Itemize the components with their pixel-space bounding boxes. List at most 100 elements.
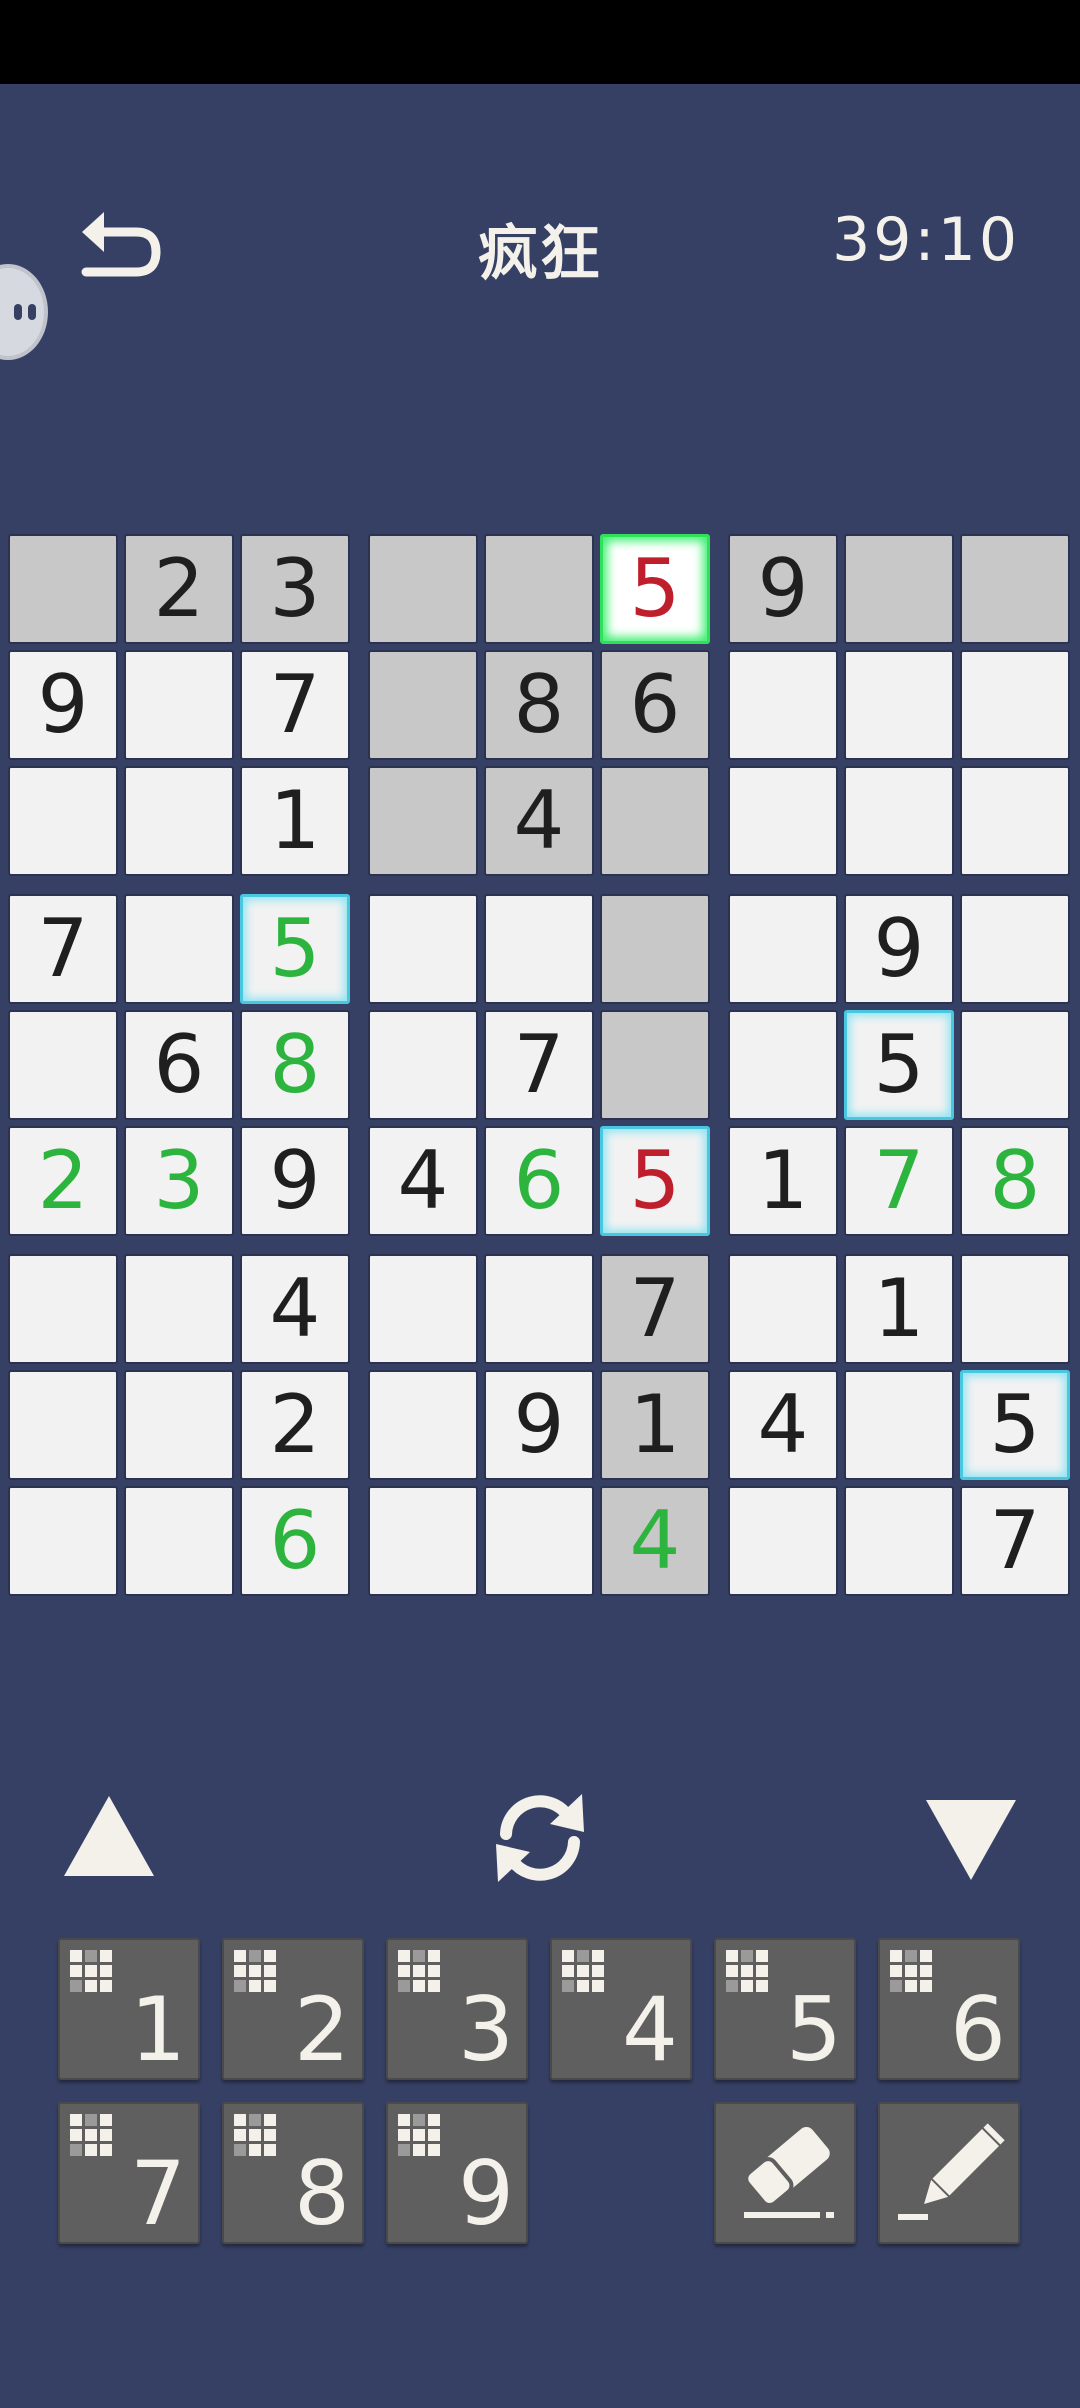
sudoku-cell-r2c1[interactable]: 9: [8, 650, 118, 760]
sudoku-cell-r7c4[interactable]: [368, 1254, 478, 1364]
sudoku-cell-r5c3[interactable]: 8: [240, 1010, 350, 1120]
number-button-label: 3: [458, 1978, 514, 2081]
sudoku-cell-r8c1[interactable]: [8, 1370, 118, 1480]
number-button-9[interactable]: 9: [386, 2102, 528, 2244]
sudoku-cell-r1c1[interactable]: [8, 534, 118, 644]
sudoku-cell-r4c5[interactable]: [484, 894, 594, 1004]
sudoku-cell-r4c1[interactable]: 7: [8, 894, 118, 1004]
sudoku-cell-r2c8[interactable]: [844, 650, 954, 760]
sudoku-cell-r4c6[interactable]: [600, 894, 710, 1004]
sudoku-cell-r5c1[interactable]: [8, 1010, 118, 1120]
sudoku-cell-r9c4[interactable]: [368, 1486, 478, 1596]
sudoku-cell-r1c8[interactable]: [844, 534, 954, 644]
number-button-4[interactable]: 4: [550, 1938, 692, 2080]
sudoku-cell-r8c5[interactable]: 9: [484, 1370, 594, 1480]
sudoku-cell-r7c8[interactable]: 1: [844, 1254, 954, 1364]
sudoku-cell-r1c2[interactable]: 2: [124, 534, 234, 644]
sudoku-cell-r7c5[interactable]: [484, 1254, 594, 1364]
sudoku-cell-r7c9[interactable]: [960, 1254, 1070, 1364]
sudoku-cell-r5c7[interactable]: [728, 1010, 838, 1120]
sudoku-cell-r9c3[interactable]: 6: [240, 1486, 350, 1596]
sudoku-cell-r6c4[interactable]: 4: [368, 1126, 478, 1236]
sudoku-cell-r3c4[interactable]: [368, 766, 478, 876]
triangle-up-icon[interactable]: [60, 1792, 158, 1880]
sudoku-cell-r3c7[interactable]: [728, 766, 838, 876]
sudoku-cell-r9c7[interactable]: [728, 1486, 838, 1596]
sudoku-cell-r2c9[interactable]: [960, 650, 1070, 760]
sudoku-cell-r4c8[interactable]: 9: [844, 894, 954, 1004]
sudoku-cell-r3c6[interactable]: [600, 766, 710, 876]
number-button-1[interactable]: 1: [58, 1938, 200, 2080]
sudoku-cell-r9c8[interactable]: [844, 1486, 954, 1596]
sudoku-cell-r6c8[interactable]: 7: [844, 1126, 954, 1236]
number-button-2[interactable]: 2: [222, 1938, 364, 2080]
sudoku-cell-r2c7[interactable]: [728, 650, 838, 760]
triangle-down-icon[interactable]: [922, 1796, 1020, 1884]
sudoku-cell-r2c4[interactable]: [368, 650, 478, 760]
sudoku-cell-r7c7[interactable]: [728, 1254, 838, 1364]
sudoku-cell-r4c9[interactable]: [960, 894, 1070, 1004]
sudoku-cell-r9c6[interactable]: 4: [600, 1486, 710, 1596]
sudoku-cell-r5c9[interactable]: [960, 1010, 1070, 1120]
sudoku-cell-r6c1[interactable]: 2: [8, 1126, 118, 1236]
number-button-label: 7: [130, 2142, 186, 2245]
sudoku-cell-r7c3[interactable]: 4: [240, 1254, 350, 1364]
number-button-6[interactable]: 6: [878, 1938, 1020, 2080]
sudoku-cell-r8c6[interactable]: 1: [600, 1370, 710, 1480]
sudoku-cell-r7c1[interactable]: [8, 1254, 118, 1364]
sudoku-cell-r5c5[interactable]: 7: [484, 1010, 594, 1120]
sudoku-cell-r3c5[interactable]: 4: [484, 766, 594, 876]
sudoku-cell-r6c6[interactable]: 5: [600, 1126, 710, 1236]
sudoku-cell-r9c2[interactable]: [124, 1486, 234, 1596]
sudoku-cell-r3c9[interactable]: [960, 766, 1070, 876]
sudoku-cell-r4c3[interactable]: 5: [240, 894, 350, 1004]
sudoku-cell-r3c2[interactable]: [124, 766, 234, 876]
number-button-5[interactable]: 5: [714, 1938, 856, 2080]
notes-grid-icon: [398, 2114, 440, 2156]
sudoku-cell-r2c2[interactable]: [124, 650, 234, 760]
sudoku-cell-r1c3[interactable]: 3: [240, 534, 350, 644]
sudoku-cell-r7c6[interactable]: 7: [600, 1254, 710, 1364]
sudoku-cell-r9c9[interactable]: 7: [960, 1486, 1070, 1596]
sudoku-cell-r1c9[interactable]: [960, 534, 1070, 644]
number-button-3[interactable]: 3: [386, 1938, 528, 2080]
sudoku-cell-r6c2[interactable]: 3: [124, 1126, 234, 1236]
refresh-icon[interactable]: [488, 1790, 592, 1886]
sudoku-cell-r1c7[interactable]: 9: [728, 534, 838, 644]
sudoku-cell-r6c5[interactable]: 6: [484, 1126, 594, 1236]
sudoku-cell-r3c8[interactable]: [844, 766, 954, 876]
sudoku-cell-r8c8[interactable]: [844, 1370, 954, 1480]
sudoku-cell-r3c1[interactable]: [8, 766, 118, 876]
sudoku-cell-r8c7[interactable]: 4: [728, 1370, 838, 1480]
sudoku-cell-r6c7[interactable]: 1: [728, 1126, 838, 1236]
sudoku-cell-r5c8[interactable]: 5: [844, 1010, 954, 1120]
sudoku-cell-r5c2[interactable]: 6: [124, 1010, 234, 1120]
number-button-7[interactable]: 7: [58, 2102, 200, 2244]
pencil-button[interactable]: [878, 2102, 1020, 2244]
sudoku-cell-r9c5[interactable]: [484, 1486, 594, 1596]
sudoku-cell-r7c2[interactable]: [124, 1254, 234, 1364]
notes-grid-icon: [726, 1950, 768, 1992]
sudoku-cell-r4c4[interactable]: [368, 894, 478, 1004]
sudoku-cell-r8c2[interactable]: [124, 1370, 234, 1480]
sudoku-cell-r1c4[interactable]: [368, 534, 478, 644]
sudoku-cell-r8c4[interactable]: [368, 1370, 478, 1480]
eraser-button[interactable]: [714, 2102, 856, 2244]
sudoku-cell-r1c6[interactable]: 5: [600, 534, 710, 644]
sudoku-cell-r2c5[interactable]: 8: [484, 650, 594, 760]
sudoku-cell-r5c6[interactable]: [600, 1010, 710, 1120]
sudoku-cell-r5c4[interactable]: [368, 1010, 478, 1120]
sudoku-cell-r8c9[interactable]: 5: [960, 1370, 1070, 1480]
sudoku-cell-r8c3[interactable]: 2: [240, 1370, 350, 1480]
sudoku-cell-r2c6[interactable]: 6: [600, 650, 710, 760]
sudoku-cell-r2c3[interactable]: 7: [240, 650, 350, 760]
number-button-8[interactable]: 8: [222, 2102, 364, 2244]
sudoku-cell-r6c9[interactable]: 8: [960, 1126, 1070, 1236]
sudoku-cell-r9c1[interactable]: [8, 1486, 118, 1596]
sudoku-cell-r4c7[interactable]: [728, 894, 838, 1004]
number-button-label: 9: [458, 2142, 514, 2245]
sudoku-cell-r3c3[interactable]: 1: [240, 766, 350, 876]
sudoku-cell-r4c2[interactable]: [124, 894, 234, 1004]
sudoku-cell-r1c5[interactable]: [484, 534, 594, 644]
sudoku-cell-r6c3[interactable]: 9: [240, 1126, 350, 1236]
